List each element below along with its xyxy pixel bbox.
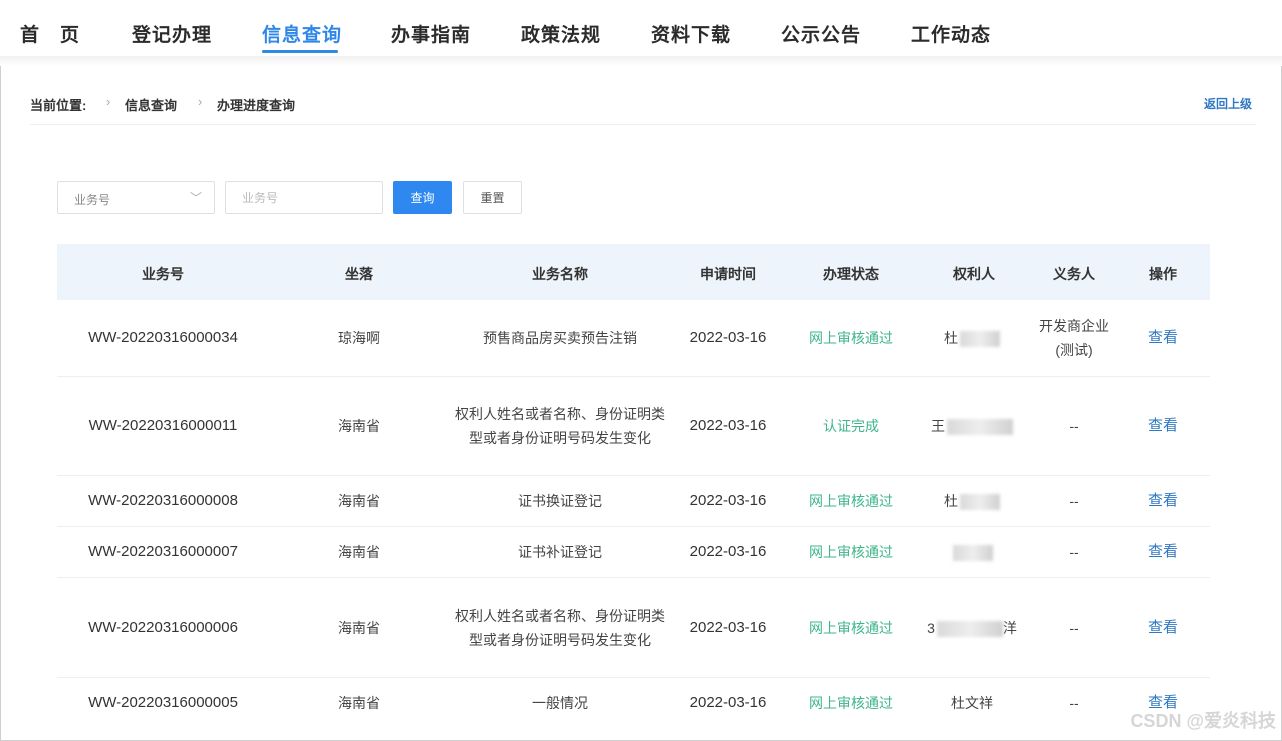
col-header-action: 操作 xyxy=(1149,266,1177,282)
cell-obligor: -- xyxy=(1069,695,1079,711)
cell-date: 2022-03-16 xyxy=(689,417,767,434)
divider xyxy=(30,124,1256,125)
col-header-date: 申请时间 xyxy=(700,266,756,282)
breadcrumb-progress-query: 办理进度查询 xyxy=(217,98,296,113)
chevron-right-icon: › xyxy=(106,94,111,109)
cell-obligor: -- xyxy=(1069,493,1079,509)
holder-text: 杜 xyxy=(944,493,958,509)
cell-name: 证书补证登记 xyxy=(518,544,602,560)
cell-location: 海南省 xyxy=(338,418,380,434)
holder-suffix: 洋 xyxy=(1002,620,1017,636)
view-link[interactable]: 查看 xyxy=(1148,326,1178,350)
top-nav: 首 页 登记办理 信息查询 办事指南 政策法规 资料下载 公示公告 工作动态 xyxy=(0,0,1282,56)
holder-text: 杜 xyxy=(944,330,958,346)
nav-downloads[interactable]: 资料下载 xyxy=(651,20,731,47)
cell-holder xyxy=(951,540,993,564)
cell-holder: 杜文祥 xyxy=(951,695,993,711)
chevron-right-icon: › xyxy=(198,94,203,109)
cell-location: 海南省 xyxy=(338,544,380,560)
cell-obligor: -- xyxy=(1069,620,1079,636)
nav-news[interactable]: 工作动态 xyxy=(911,20,991,47)
nav-info-query[interactable]: 信息查询 xyxy=(262,20,342,47)
row-divider xyxy=(57,475,1210,476)
reset-button[interactable]: 重置 xyxy=(463,181,522,214)
holder-text: 王 xyxy=(931,418,945,434)
cell-location: 海南省 xyxy=(338,620,380,636)
search-type-select[interactable]: 业务号 ﹀ xyxy=(57,181,215,214)
table-header xyxy=(57,244,1210,300)
redacted-mask xyxy=(960,331,1000,348)
cell-id: WW-20220316000007 xyxy=(88,543,238,560)
redacted-mask xyxy=(953,545,993,562)
cell-date: 2022-03-16 xyxy=(689,694,767,711)
search-input[interactable] xyxy=(225,181,383,214)
row-divider xyxy=(57,677,1210,678)
cell-status: 认证完成 xyxy=(823,418,879,434)
col-header-obligor: 义务人 xyxy=(1053,266,1095,282)
nav-policy[interactable]: 政策法规 xyxy=(521,20,601,47)
cell-date: 2022-03-16 xyxy=(689,619,767,636)
cell-obligor: -- xyxy=(1069,544,1079,560)
cell-obligor: -- xyxy=(1069,418,1079,434)
cell-holder: 王 xyxy=(931,414,1013,438)
row-divider xyxy=(57,526,1210,527)
view-link[interactable]: 查看 xyxy=(1148,414,1178,438)
col-header-status: 办理状态 xyxy=(823,266,879,282)
col-header-holder: 权利人 xyxy=(953,266,995,282)
cell-status: 网上审核通过 xyxy=(809,620,893,636)
cell-id: WW-20220316000006 xyxy=(88,619,238,636)
redacted-mask xyxy=(960,494,1000,511)
cell-status: 网上审核通过 xyxy=(809,544,893,560)
cell-holder: 杜 xyxy=(944,326,1000,350)
cell-name: 预售商品房买卖预告注销 xyxy=(483,330,637,346)
cell-location: 海南省 xyxy=(338,493,380,509)
breadcrumb-info-query[interactable]: 信息查询 xyxy=(125,95,177,114)
cell-id: WW-20220316000008 xyxy=(88,492,238,509)
col-header-location: 坐落 xyxy=(345,266,373,282)
cell-holder: 3洋 xyxy=(927,616,1017,640)
cell-name: 权利人姓名或者名称、身份证明类型或者身份证明号码发生变化 xyxy=(455,608,665,648)
nav-announcements[interactable]: 公示公告 xyxy=(781,20,861,47)
active-tab-indicator xyxy=(262,50,338,53)
query-button[interactable]: 查询 xyxy=(393,181,452,214)
cell-name: 权利人姓名或者名称、身份证明类型或者身份证明号码发生变化 xyxy=(455,406,665,446)
breadcrumb-prefix: 当前位置: xyxy=(30,98,87,113)
cell-id: WW-20220316000011 xyxy=(88,417,238,434)
view-link[interactable]: 查看 xyxy=(1148,616,1178,640)
cell-date: 2022-03-16 xyxy=(689,492,767,509)
holder-text: 3 xyxy=(927,620,935,636)
row-divider xyxy=(57,376,1210,377)
cell-location: 琼海啊 xyxy=(338,330,380,346)
cell-location: 海南省 xyxy=(338,695,380,711)
nav-registration[interactable]: 登记办理 xyxy=(132,20,212,47)
col-header-name: 业务名称 xyxy=(532,266,588,282)
cell-status: 网上审核通过 xyxy=(809,695,893,711)
watermark: CSDN @爱炎科技 xyxy=(1130,711,1276,731)
chevron-down-icon: ﹀ xyxy=(189,191,202,205)
cell-status: 网上审核通过 xyxy=(809,330,893,346)
col-header-id: 业务号 xyxy=(142,266,184,282)
cell-holder: 杜 xyxy=(944,489,1000,513)
view-link[interactable]: 查看 xyxy=(1148,540,1178,564)
search-type-value: 业务号 xyxy=(74,193,111,207)
cell-obligor: 开发商企业(测试) xyxy=(1039,318,1109,358)
view-link[interactable]: 查看 xyxy=(1148,489,1178,513)
cell-name: 证书换证登记 xyxy=(518,493,602,509)
row-divider xyxy=(57,577,1210,578)
cell-status: 网上审核通过 xyxy=(809,493,893,509)
nav-shadow xyxy=(0,56,1282,66)
nav-home[interactable]: 首 页 xyxy=(20,20,80,47)
redacted-mask xyxy=(947,419,1013,436)
cell-name: 一般情况 xyxy=(532,695,588,711)
cell-id: WW-20220316000005 xyxy=(88,694,238,711)
redacted-mask xyxy=(936,621,1003,638)
nav-guide[interactable]: 办事指南 xyxy=(391,20,471,47)
cell-date: 2022-03-16 xyxy=(689,543,767,560)
back-link[interactable]: 返回上级 xyxy=(1204,95,1252,112)
cell-id: WW-20220316000034 xyxy=(88,329,238,346)
cell-date: 2022-03-16 xyxy=(689,329,767,346)
